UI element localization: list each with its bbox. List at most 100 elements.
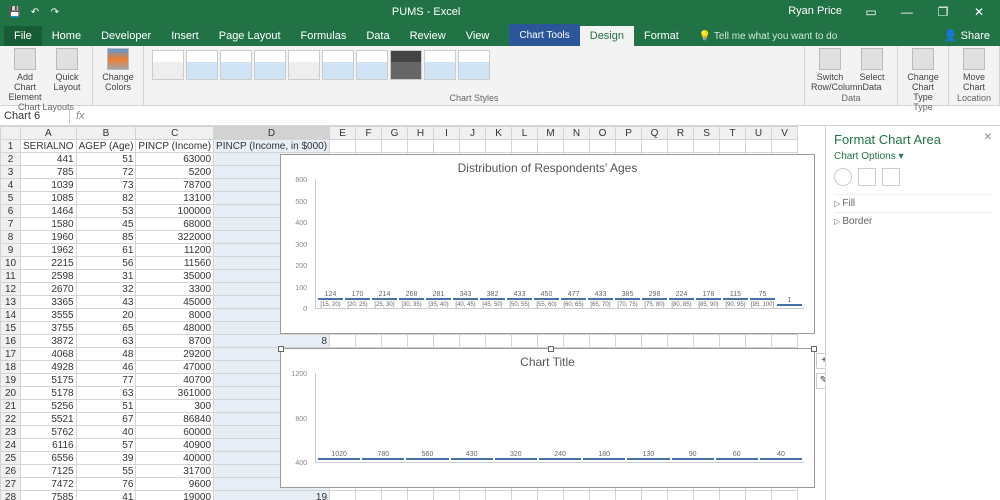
cell[interactable]: 29200: [136, 348, 214, 361]
cell[interactable]: 68000: [136, 218, 214, 231]
row-header[interactable]: 28: [1, 491, 21, 500]
share-button[interactable]: 👤 Share: [934, 25, 1000, 46]
tab-data[interactable]: Data: [356, 26, 399, 46]
row-header[interactable]: 18: [1, 361, 21, 374]
cell[interactable]: 55: [76, 465, 136, 478]
bar[interactable]: 60: [716, 451, 758, 462]
col-header[interactable]: A: [21, 127, 77, 140]
row-header[interactable]: 26: [1, 465, 21, 478]
row-header[interactable]: 27: [1, 478, 21, 491]
bar[interactable]: 430: [451, 451, 493, 462]
cell[interactable]: 65: [76, 322, 136, 335]
switch-row-column-button[interactable]: Switch Row/Column: [811, 48, 849, 92]
col-header[interactable]: V: [772, 127, 798, 140]
bar[interactable]: 90: [672, 451, 714, 462]
embedded-chart[interactable]: Distribution of Respondents' Ages 600500…: [280, 154, 815, 334]
select-data-button[interactable]: Select Data: [853, 48, 891, 92]
bar[interactable]: 75[95, 100]: [750, 291, 775, 308]
style-thumb[interactable]: [390, 50, 422, 80]
cell[interactable]: 31: [76, 270, 136, 283]
cell[interactable]: 7585: [21, 491, 77, 500]
cell[interactable]: 61: [76, 244, 136, 257]
bar[interactable]: 433[65, 70): [588, 291, 613, 308]
bar[interactable]: 1020: [318, 451, 360, 462]
tab-view[interactable]: View: [456, 26, 500, 46]
bar[interactable]: 180: [583, 451, 625, 462]
col-header[interactable]: U: [746, 127, 772, 140]
bar[interactable]: 385[70, 75): [615, 291, 640, 308]
close-icon[interactable]: ✕: [964, 5, 994, 19]
pane-section-border[interactable]: Border: [834, 212, 992, 230]
cell[interactable]: [512, 140, 538, 153]
effects-icon[interactable]: [858, 168, 876, 186]
col-header[interactable]: I: [434, 127, 460, 140]
tab-developer[interactable]: Developer: [91, 26, 161, 46]
cell[interactable]: 8700: [136, 335, 214, 348]
col-header[interactable]: B: [76, 127, 136, 140]
cell[interactable]: [746, 140, 772, 153]
cell[interactable]: 13100: [136, 192, 214, 205]
style-thumb[interactable]: [254, 50, 286, 80]
cell[interactable]: 1039: [21, 179, 77, 192]
cell[interactable]: 82: [76, 192, 136, 205]
cell[interactable]: 3365: [21, 296, 77, 309]
cell[interactable]: 1085: [21, 192, 77, 205]
cell[interactable]: 11560: [136, 257, 214, 270]
col-header[interactable]: M: [538, 127, 564, 140]
tab-format[interactable]: Format: [634, 26, 689, 46]
bar[interactable]: 130: [627, 451, 669, 462]
style-thumb[interactable]: [424, 50, 456, 80]
col-header[interactable]: N: [564, 127, 590, 140]
cell[interactable]: 73: [76, 179, 136, 192]
bar[interactable]: 178[85, 90): [696, 291, 721, 308]
row-header[interactable]: 25: [1, 452, 21, 465]
cell[interactable]: 20: [76, 309, 136, 322]
cell[interactable]: 322000: [136, 231, 214, 244]
cell[interactable]: [616, 140, 642, 153]
row-header[interactable]: 7: [1, 218, 21, 231]
style-thumb[interactable]: [186, 50, 218, 80]
bar[interactable]: 115[90, 95): [723, 291, 748, 308]
bar[interactable]: 477[60, 65): [561, 291, 586, 308]
size-props-icon[interactable]: [882, 168, 900, 186]
row-header[interactable]: 14: [1, 309, 21, 322]
cell[interactable]: SERIALNO: [21, 140, 77, 153]
redo-icon[interactable]: ↷: [48, 5, 62, 19]
cell[interactable]: 53: [76, 205, 136, 218]
bar[interactable]: 320: [495, 451, 537, 462]
bar[interactable]: 224[80, 85): [669, 291, 694, 308]
row-header[interactable]: 2: [1, 153, 21, 166]
embedded-chart[interactable]: +✎ Chart Title 1200800400 10207805604303…: [280, 348, 815, 488]
cell[interactable]: 5178: [21, 387, 77, 400]
row-header[interactable]: 6: [1, 205, 21, 218]
cell[interactable]: [772, 140, 798, 153]
col-header[interactable]: K: [486, 127, 512, 140]
cell[interactable]: 100000: [136, 205, 214, 218]
tell-me[interactable]: 💡 Tell me what you want to do: [689, 27, 847, 46]
row-header[interactable]: 20: [1, 387, 21, 400]
cell[interactable]: [434, 140, 460, 153]
cell[interactable]: 2215: [21, 257, 77, 270]
cell[interactable]: 35000: [136, 270, 214, 283]
cell[interactable]: 1962: [21, 244, 77, 257]
cell[interactable]: [720, 140, 746, 153]
cell[interactable]: 4068: [21, 348, 77, 361]
cell[interactable]: 785: [21, 166, 77, 179]
plot-area[interactable]: 124[15, 20)170[20, 25)214[25, 30)268[30,…: [315, 179, 804, 309]
cell[interactable]: 31700: [136, 465, 214, 478]
bar[interactable]: 268[30, 35): [399, 291, 424, 308]
style-thumb[interactable]: [288, 50, 320, 80]
cell[interactable]: 6556: [21, 452, 77, 465]
cell[interactable]: 5256: [21, 400, 77, 413]
style-thumb[interactable]: [152, 50, 184, 80]
fill-line-icon[interactable]: [834, 168, 852, 186]
tab-review[interactable]: Review: [400, 26, 456, 46]
row-header[interactable]: 3: [1, 166, 21, 179]
cell[interactable]: 5521: [21, 413, 77, 426]
cell[interactable]: 60000: [136, 426, 214, 439]
quick-layout-button[interactable]: Quick Layout: [48, 48, 86, 102]
cell[interactable]: 5175: [21, 374, 77, 387]
cell[interactable]: [382, 140, 408, 153]
cell[interactable]: 63000: [136, 153, 214, 166]
cell[interactable]: 43: [76, 296, 136, 309]
